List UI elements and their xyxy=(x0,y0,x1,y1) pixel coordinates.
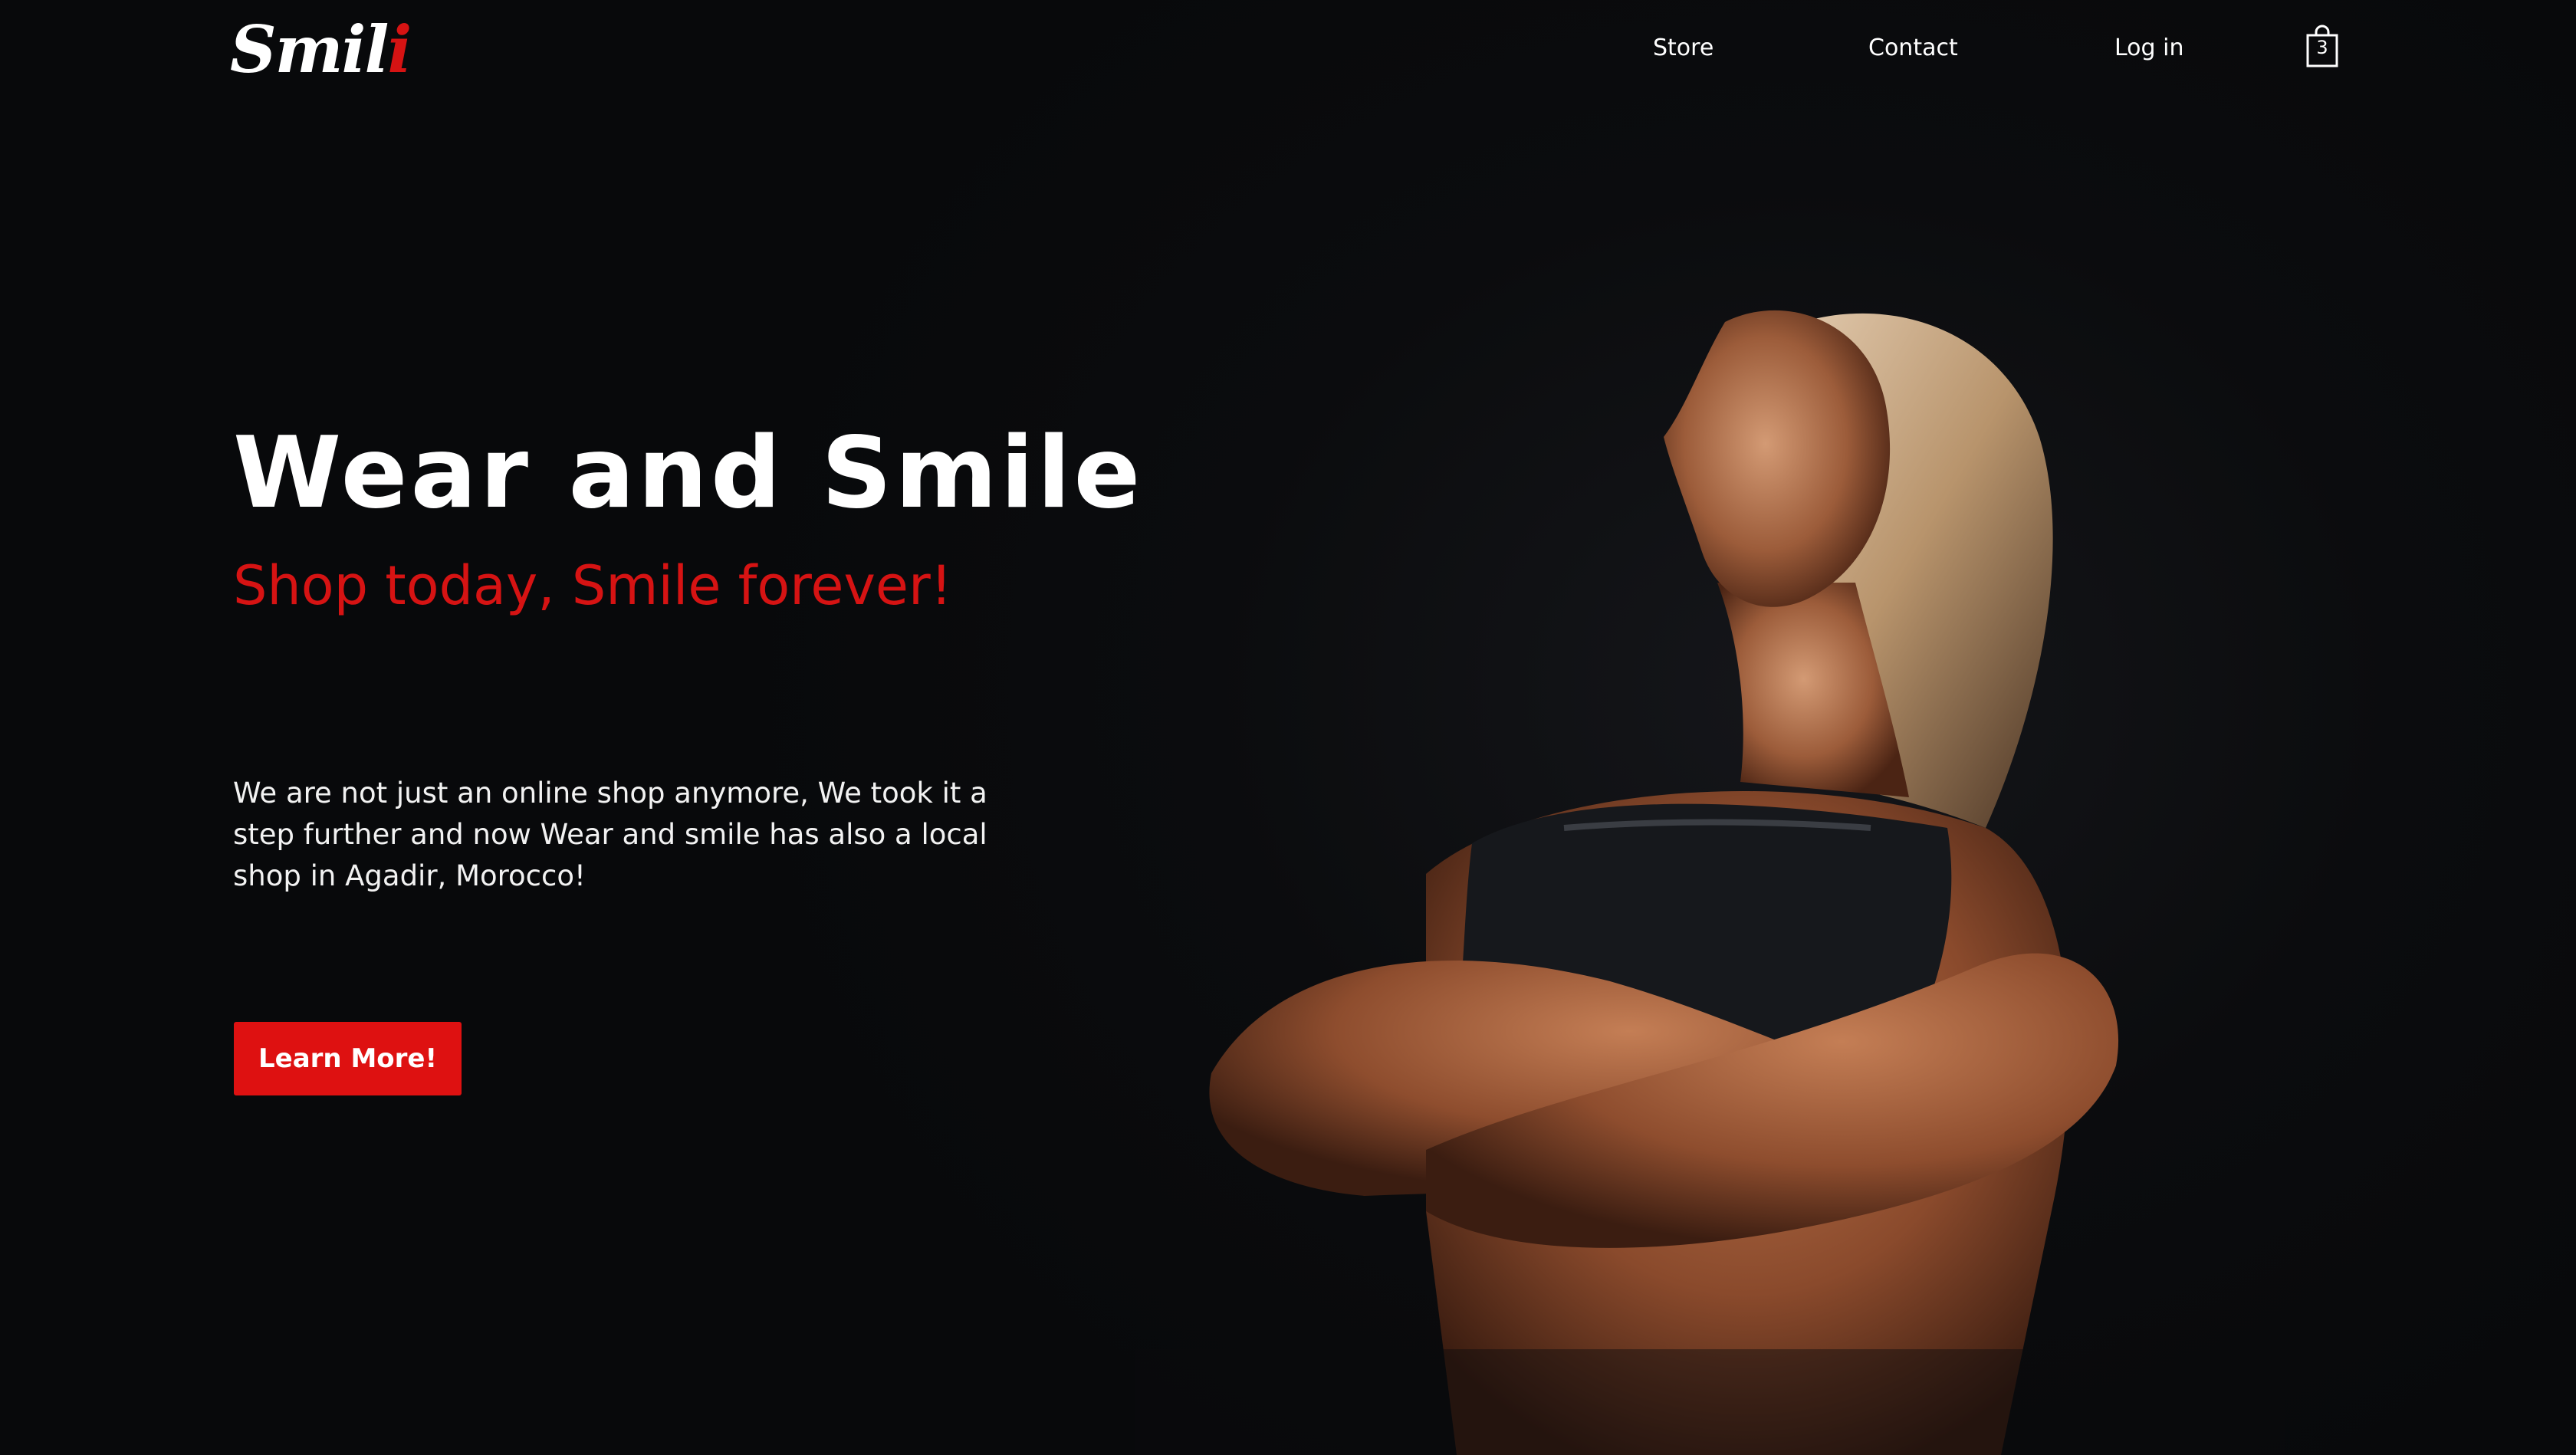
cart-count-badge: 3 xyxy=(2316,37,2328,58)
cart-button[interactable]: 3 xyxy=(2303,23,2341,69)
nav-login-link[interactable]: Log in xyxy=(2114,29,2183,66)
landing-page: Smil i Store Contact Log in 3 Wear and S… xyxy=(0,0,2576,1455)
hero-subtitle: Shop today, Smile forever! xyxy=(233,554,952,617)
learn-more-button[interactable]: Learn More! xyxy=(234,1022,462,1095)
brand-logo[interactable]: Smil i xyxy=(230,11,412,87)
athlete-photo xyxy=(1135,310,2285,1455)
logo-text: Smil xyxy=(230,11,389,87)
nav-store-link[interactable]: Store xyxy=(1653,29,1714,66)
logo-accent: i xyxy=(387,11,412,87)
hero-description: We are not just an online shop anymore, … xyxy=(233,777,987,892)
hero-title: Wear and Smile xyxy=(233,416,1144,530)
nav-contact-link[interactable]: Contact xyxy=(1868,29,1958,66)
